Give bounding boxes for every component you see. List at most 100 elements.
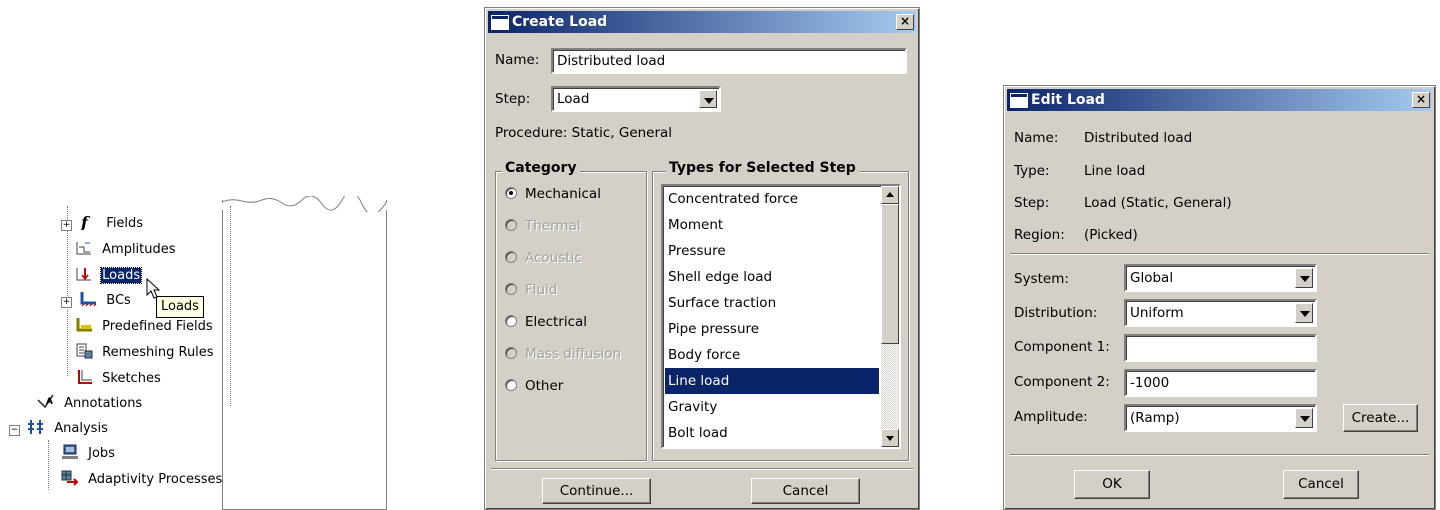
step-label: Step: — [495, 91, 531, 107]
tree-item-analysis[interactable]: − Analysis — [9, 418, 109, 440]
category-radio-label: Fluid — [525, 282, 558, 298]
types-listbox[interactable]: Concentrated force Moment Pressure Shell ed… — [661, 184, 901, 449]
component1-input[interactable] — [1124, 334, 1317, 362]
expand-icon[interactable]: + — [61, 220, 72, 231]
chevron-down-icon[interactable] — [1295, 268, 1313, 288]
ok-button[interactable]: OK — [1074, 470, 1150, 499]
system-select[interactable]: Global — [1124, 264, 1317, 292]
tree-item-adaptivity-processes[interactable]: Adaptivity Processes — [61, 469, 223, 491]
distribution-label: Distribution: — [1014, 305, 1098, 321]
close-button[interactable]: × — [896, 14, 914, 30]
tree-item-jobs[interactable]: Jobs — [61, 443, 116, 465]
amplitude-label: Amplitude: — [1014, 409, 1088, 425]
tree-item-label: Loads — [100, 267, 143, 284]
category-title: Category — [502, 160, 580, 176]
category-radio[interactable]: Other — [505, 376, 563, 396]
tree-item-annotations[interactable]: A Annotations — [37, 393, 143, 415]
list-item[interactable]: Moment — [665, 212, 879, 238]
category-radio[interactable]: Mechanical — [505, 184, 601, 204]
list-item[interactable]: Line load — [665, 368, 879, 394]
tree-item-sketches[interactable]: Sketches — [75, 368, 162, 390]
separator — [1010, 253, 1429, 255]
info-type-value: Line load — [1084, 163, 1146, 179]
mouse-cursor-icon — [146, 278, 161, 299]
system-value: Global — [1130, 270, 1174, 286]
amplitude-select[interactable]: (Ramp) — [1124, 404, 1317, 432]
category-radio: Mass diffusion — [505, 344, 621, 364]
tree-item-amplitudes[interactable]: Amplitudes — [75, 239, 177, 261]
info-type-label: Type: — [1014, 163, 1050, 179]
edit-load-dialog: Edit Load × Name: Distributed load Type:… — [1003, 85, 1436, 510]
tree-item-bcs[interactable]: + BCs — [61, 290, 132, 312]
svg-text:f: f — [80, 214, 91, 230]
title-bar[interactable]: Create Load × — [488, 11, 916, 33]
tree-item-label: Predefined Fields — [102, 319, 213, 334]
step-value: Load — [557, 91, 590, 107]
cancel-button[interactable]: Cancel — [751, 478, 860, 504]
close-button[interactable]: × — [1412, 92, 1430, 108]
types-title: Types for Selected Step — [666, 160, 859, 176]
loads-icon — [75, 266, 93, 282]
tree-item-label: Sketches — [102, 371, 161, 386]
list-item[interactable]: Body force — [665, 342, 879, 368]
tree-item-label: Adaptivity Processes — [88, 472, 223, 487]
name-input[interactable]: Distributed load — [551, 48, 907, 74]
scroll-down-icon[interactable] — [881, 429, 899, 447]
jobs-icon — [61, 444, 79, 460]
list-item[interactable]: Surface traction — [665, 290, 879, 316]
chevron-down-icon[interactable] — [699, 90, 717, 108]
amplitude-value: (Ramp) — [1130, 410, 1180, 426]
tree-item-label: Annotations — [64, 396, 143, 411]
distribution-select[interactable]: Uniform — [1124, 299, 1317, 327]
dialog-title: Edit Load — [1031, 92, 1105, 108]
step-select[interactable]: Load — [551, 86, 721, 112]
fields-icon: f — [79, 213, 97, 232]
chevron-down-icon[interactable] — [1295, 408, 1313, 428]
tree-item-label: Fields — [106, 216, 144, 231]
category-radio-label: Thermal — [525, 218, 581, 234]
category-radio-label: Electrical — [525, 314, 588, 330]
continue-button[interactable]: Continue... — [542, 478, 651, 504]
create-amplitude-button[interactable]: Create... — [1343, 404, 1418, 432]
window-icon — [491, 15, 509, 30]
tree-item-loads[interactable]: Loads — [75, 265, 143, 287]
list-item[interactable]: Bolt load — [665, 420, 879, 446]
svg-text:A: A — [46, 397, 53, 407]
create-load-dialog: Create Load × Name: Distributed load Ste… — [484, 7, 920, 510]
component2-input[interactable]: -1000 — [1124, 369, 1317, 397]
radio-icon — [505, 251, 517, 263]
tree-item-label: Remeshing Rules — [102, 345, 214, 360]
title-bar[interactable]: Edit Load × — [1007, 89, 1432, 111]
collapse-icon[interactable]: − — [9, 425, 20, 436]
category-radio-label: Acoustic — [525, 250, 582, 266]
scroll-thumb[interactable] — [881, 204, 899, 344]
category-radio-label: Mass diffusion — [525, 346, 622, 362]
radio-icon — [505, 347, 517, 359]
adaptivity-icon — [61, 470, 79, 486]
category-radio: Thermal — [505, 216, 581, 236]
cancel-button[interactable]: Cancel — [1283, 470, 1359, 499]
list-item[interactable]: Shell edge load — [665, 264, 879, 290]
scroll-up-icon[interactable] — [881, 186, 899, 204]
distribution-value: Uniform — [1130, 305, 1184, 321]
tree-item-remeshing-rules[interactable]: Remeshing Rules — [75, 342, 215, 364]
tree-item-label: Jobs — [88, 446, 115, 461]
tree-item-predefined-fields[interactable]: Predefined Fields — [75, 316, 214, 338]
list-item[interactable]: Pipe pressure — [665, 316, 879, 342]
category-radio: Acoustic — [505, 248, 582, 268]
radio-icon — [505, 379, 517, 391]
radio-icon — [505, 219, 517, 231]
list-item[interactable]: Concentrated force — [665, 186, 879, 212]
category-radio: Fluid — [505, 280, 557, 300]
list-item[interactable]: Gravity — [665, 394, 879, 420]
torn-edge — [222, 196, 387, 212]
list-item[interactable]: Pressure — [665, 238, 879, 264]
name-label: Name: — [495, 52, 540, 68]
annotations-icon: A — [37, 394, 55, 410]
chevron-down-icon[interactable] — [1295, 303, 1313, 323]
scrollbar[interactable] — [881, 186, 899, 447]
info-step-label: Step: — [1014, 195, 1050, 211]
tree-item-fields[interactable]: + f Fields — [61, 213, 144, 235]
category-radio[interactable]: Electrical — [505, 312, 587, 332]
expand-icon[interactable]: + — [61, 297, 72, 308]
